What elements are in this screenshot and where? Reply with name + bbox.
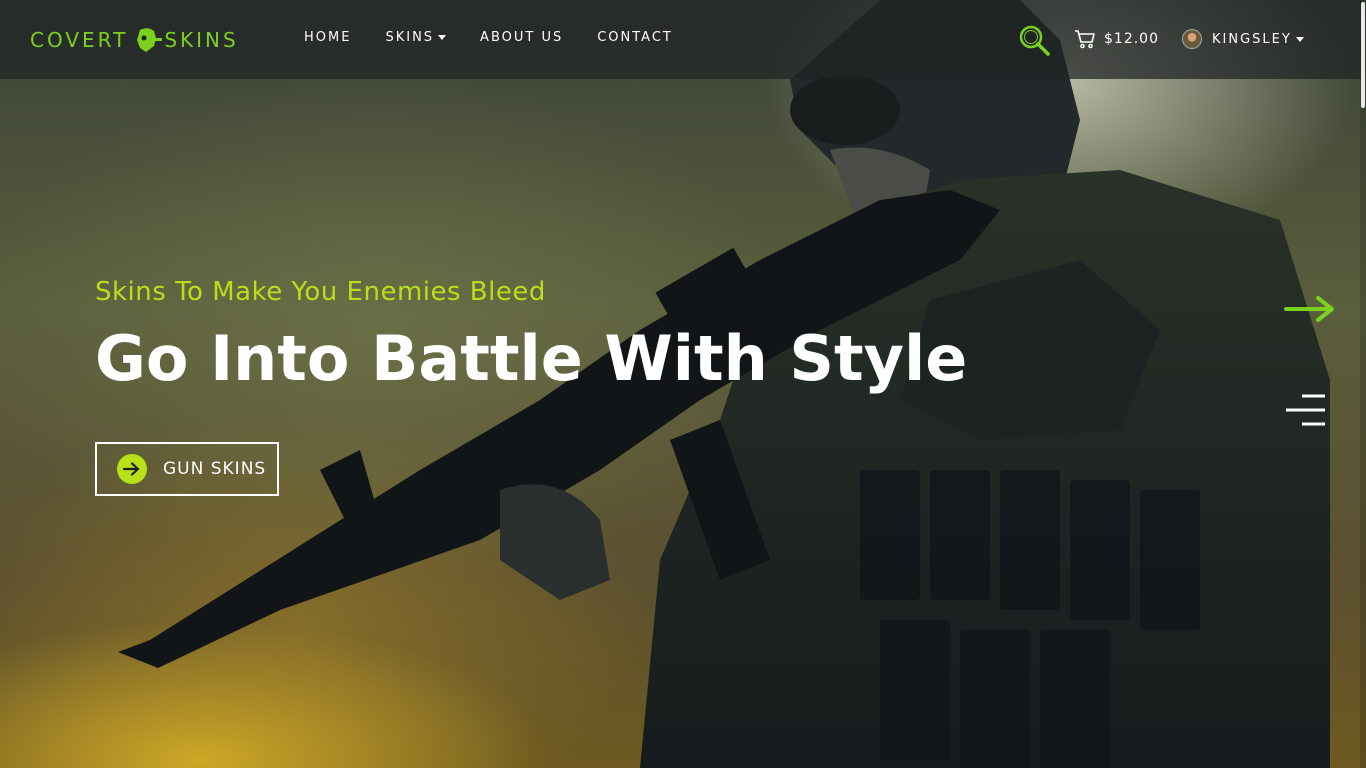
cart-icon (1075, 30, 1095, 49)
top-navbar: COVERT SKINS HOME SKINS ABOUT US CONTACT (0, 0, 1362, 79)
cart-total: $12.00 (1104, 31, 1159, 47)
avatar (1182, 29, 1202, 49)
side-menu-toggle[interactable] (1284, 392, 1328, 428)
chevron-down-icon (438, 35, 447, 40)
scrollbar-thumb[interactable] (1361, 2, 1365, 108)
gun-skins-button[interactable]: GUN SKINS (95, 442, 279, 496)
nav-item-label: ABOUT US (480, 30, 564, 45)
nav-item-label: CONTACT (597, 30, 673, 45)
soldier-head-logo-icon (137, 28, 163, 52)
nav-item-about-us[interactable]: ABOUT US (480, 30, 563, 45)
hero-headline: Go Into Battle With Style (95, 322, 968, 395)
nav-item-skins[interactable]: SKINS (385, 30, 447, 45)
nav-item-contact[interactable]: CONTACT (597, 30, 673, 45)
menu-icon (1286, 394, 1325, 426)
logo-text-left: COVERT (30, 28, 129, 52)
main-nav: HOME SKINS ABOUT US CONTACT (304, 30, 707, 45)
page-scrollbar[interactable] (1360, 0, 1366, 768)
brand-logo[interactable]: COVERT SKINS (30, 26, 239, 54)
hero-subheading: Skins To Make You Enemies Bleed (95, 277, 546, 307)
user-name: KINGSLEY (1212, 31, 1292, 47)
arrow-right-icon (1284, 296, 1334, 322)
gun-skins-label: GUN SKINS (163, 459, 267, 479)
logo-text-right: SKINS (164, 28, 239, 52)
search-button[interactable] (1018, 24, 1050, 56)
nav-item-label: HOME (304, 30, 352, 45)
next-slide-button[interactable] (1284, 294, 1336, 324)
nav-item-label: SKINS (385, 30, 435, 45)
arrow-right-icon (117, 454, 147, 484)
cart-button[interactable]: $12.00 (1074, 29, 1159, 49)
search-icon (1019, 25, 1050, 56)
nav-item-home[interactable]: HOME (304, 30, 351, 45)
chevron-down-icon (1295, 36, 1304, 42)
user-menu[interactable]: KINGSLEY (1182, 29, 1304, 49)
